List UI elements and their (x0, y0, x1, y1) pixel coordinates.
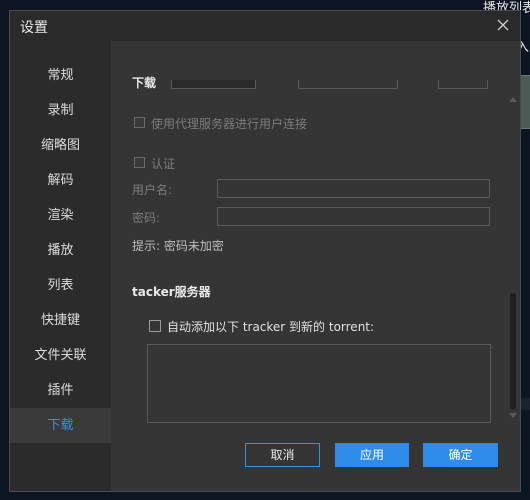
ok-button[interactable]: 确定 (423, 443, 498, 467)
sidebar-item-shortcuts[interactable]: 快捷键 (10, 303, 111, 338)
proxy-checkbox-label: 使用代理服务器进行用户连接 (151, 117, 308, 131)
proxy-auth-checkbox[interactable] (134, 117, 145, 128)
cancel-button[interactable]: 取消 (245, 443, 320, 467)
password-field[interactable] (217, 207, 490, 226)
scroll-down-icon[interactable] (509, 413, 517, 418)
sidebar-item-record[interactable]: 录制 (10, 93, 111, 128)
sidebar-item-decode[interactable]: 解码 (10, 163, 111, 198)
username-label: 用户名: (132, 183, 173, 197)
settings-sidebar: 常规 录制 缩略图 解码 渲染 播放 列表 快捷键 文件关联 插件 下载 (10, 41, 111, 491)
sidebar-item-download[interactable]: 下载 (10, 408, 111, 443)
sidebar-item-thumbnail[interactable]: 缩略图 (10, 128, 111, 163)
sidebar-item-playlist[interactable]: 列表 (10, 268, 111, 303)
proxy-type-select[interactable] (171, 80, 256, 89)
password-label: 密码: (132, 211, 161, 225)
sidebar-item-file-association[interactable]: 文件关联 (10, 338, 111, 373)
username-field[interactable] (217, 179, 490, 198)
section-title-download: 下载 (132, 74, 163, 91)
sidebar-item-playback[interactable]: 播放 (10, 233, 111, 268)
close-icon (497, 19, 509, 31)
password-hint: 提示: 密码未加密 (132, 239, 224, 253)
sidebar-item-render[interactable]: 渲染 (10, 198, 111, 233)
close-button[interactable] (494, 16, 512, 34)
background-scrollbar (520, 398, 530, 410)
background-thumbnail (520, 75, 530, 129)
scroll-up-icon[interactable] (509, 97, 517, 102)
auth-checkbox-label: 认证 (151, 157, 176, 171)
tracker-auto-add-checkbox[interactable] (149, 320, 161, 332)
sidebar-item-plugins[interactable]: 插件 (10, 373, 111, 408)
section-title-tracker: tacker服务器 (132, 285, 211, 299)
auth-checkbox[interactable] (134, 157, 145, 168)
dialog-title: 设置 (20, 20, 48, 36)
dialog-titlebar: 设置 (10, 11, 520, 41)
proxy-port-field[interactable] (438, 80, 488, 89)
scrollbar-thumb[interactable] (510, 293, 516, 410)
tracker-list-textarea[interactable] (147, 344, 491, 423)
settings-dialog: 设置 常规 录制 缩略图 解码 渲染 播放 列表 快捷键 文件关联 插件 下载 … (9, 10, 521, 492)
download-settings-panel: 下载 使用代理服务器进行用户连接 认证 用户名: 密码: 提示: 密码未加密 t… (111, 41, 520, 491)
proxy-host-field[interactable] (298, 80, 398, 89)
tracker-checkbox-label: 自动添加以下 tracker 到新的 torrent: (167, 320, 375, 334)
sidebar-item-general[interactable]: 常规 (10, 58, 111, 93)
apply-button[interactable]: 应用 (335, 443, 409, 467)
